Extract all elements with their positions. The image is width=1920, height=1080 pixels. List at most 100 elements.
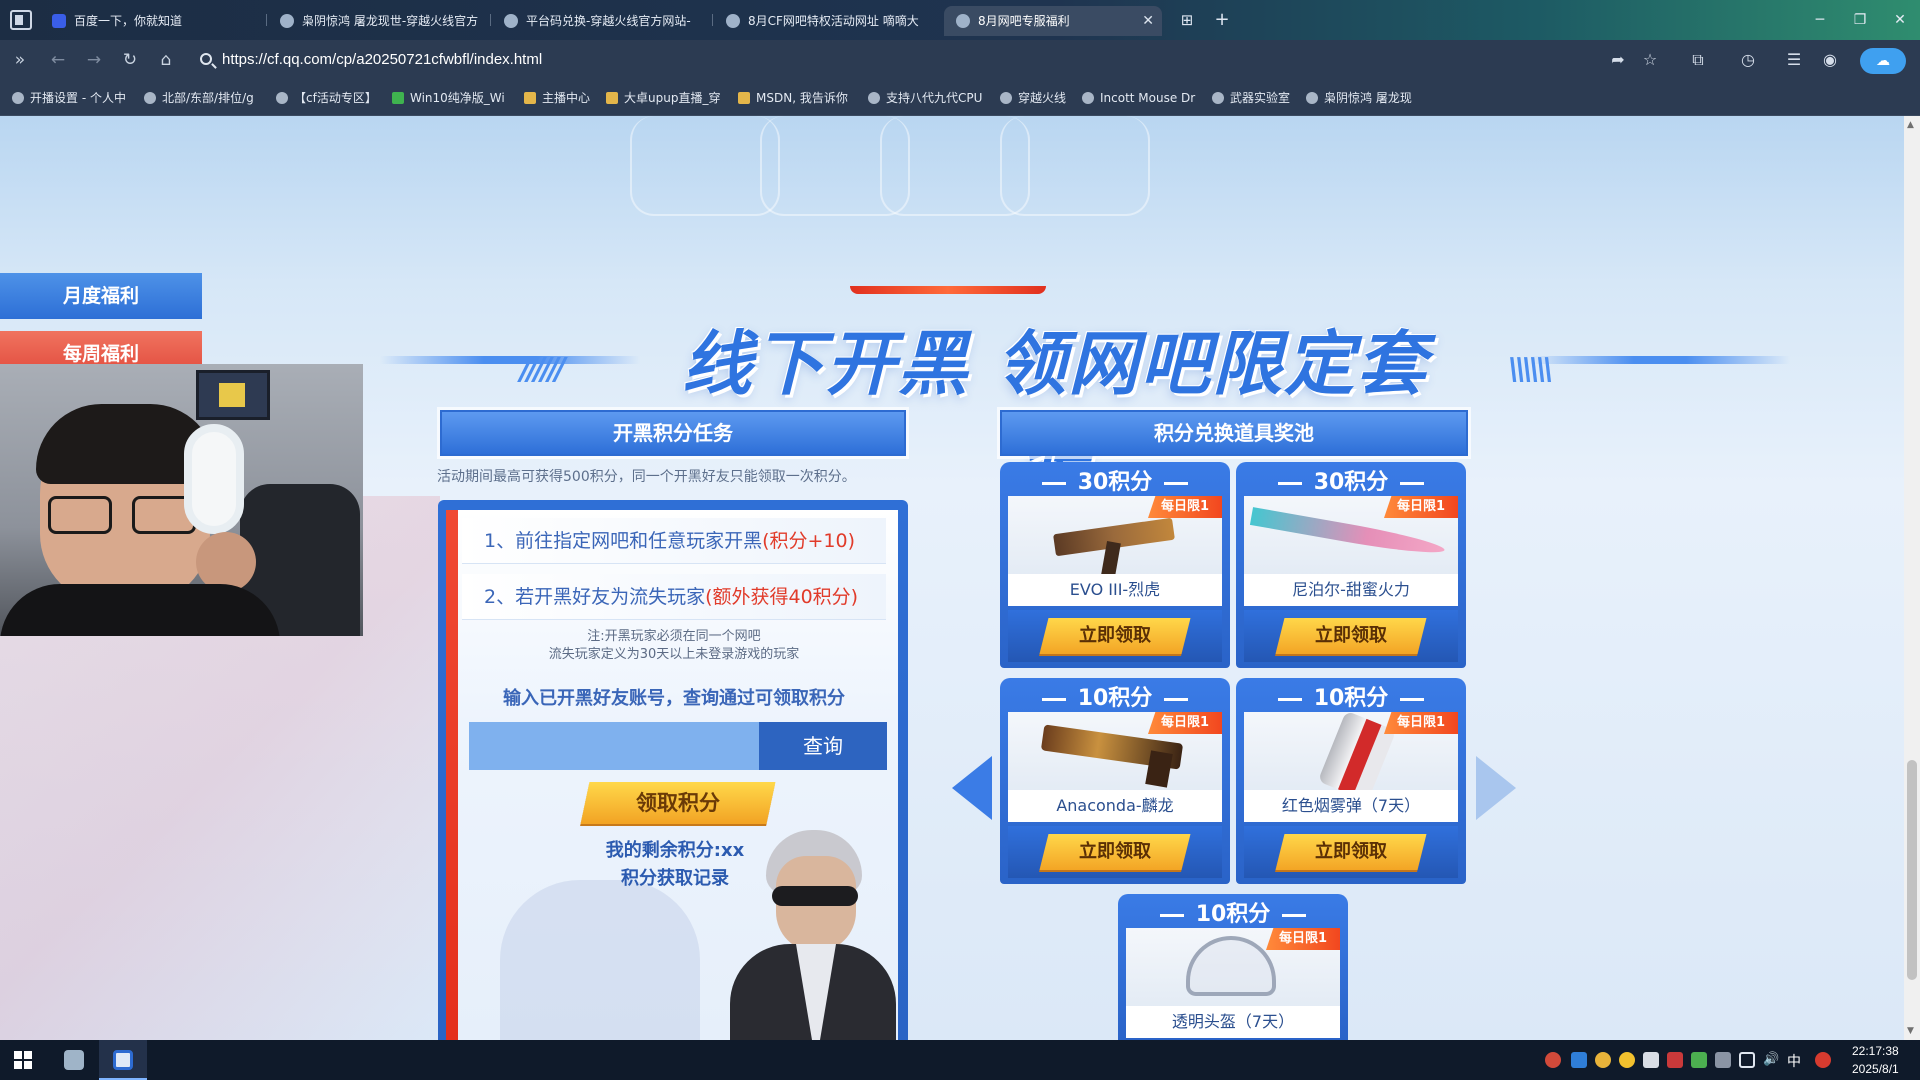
- bookmark-item[interactable]: 穿越火线: [1000, 89, 1072, 107]
- share-icon[interactable]: ➦: [1606, 48, 1630, 72]
- claim-reward-button[interactable]: 立即领取: [1039, 618, 1191, 654]
- bookmark-item[interactable]: 枭阴惊鸿 屠龙现: [1306, 89, 1426, 107]
- task-reward-highlight: (额外获得40积分): [705, 586, 859, 608]
- carousel-next-button[interactable]: [1468, 752, 1520, 826]
- cf-icon: [280, 14, 294, 28]
- tray-app-icon[interactable]: [1715, 1052, 1731, 1068]
- carousel-prev-button[interactable]: [948, 752, 1000, 826]
- reward-card: 10积分 每日限1 透明头盔（7天）: [1118, 894, 1348, 1040]
- background-decoration: [630, 116, 780, 216]
- reward-name: 透明头盔（7天）: [1126, 1006, 1340, 1038]
- menu-icon[interactable]: ☰: [1782, 48, 1806, 72]
- query-button[interactable]: 查询: [759, 722, 887, 770]
- bookmark-item[interactable]: MSDN, 我告诉你: [738, 89, 852, 107]
- url-text[interactable]: https://cf.qq.com/cp/a20250721cfwbfl/ind…: [222, 46, 542, 74]
- tray-app-icon[interactable]: [1643, 1052, 1659, 1068]
- tab-netbar-welfare[interactable]: 8月网吧专服福利 ✕: [944, 6, 1162, 36]
- wall-picture: [196, 370, 270, 420]
- network-icon[interactable]: [1739, 1052, 1755, 1068]
- bookmark-icon: [1082, 92, 1094, 104]
- daily-limit-badge: 每日限1: [1384, 496, 1458, 518]
- home-icon[interactable]: ⌂: [154, 48, 178, 72]
- hero-stripes-right: \\\\\\: [1508, 352, 1554, 387]
- bookmark-icon: [1306, 92, 1318, 104]
- side-nav-monthly[interactable]: 月度福利: [0, 273, 202, 319]
- bookmark-item[interactable]: 【cf活动专区】: [276, 89, 380, 107]
- reward-points: 10积分: [1236, 680, 1466, 712]
- reload-icon[interactable]: ↻: [118, 48, 142, 72]
- ime-indicator[interactable]: 中: [1787, 1051, 1801, 1071]
- scroll-down-icon[interactable]: ▼: [1907, 1026, 1914, 1036]
- scrollbar-thumb[interactable]: [1907, 760, 1917, 980]
- os-taskbar: 🔊 中 22:17:38 2025/8/1: [0, 1040, 1920, 1080]
- headphones: [184, 424, 244, 534]
- window-menu-icon[interactable]: [10, 10, 32, 30]
- cf-icon: [726, 14, 740, 28]
- tray-app-icon[interactable]: [1691, 1052, 1707, 1068]
- volume-icon[interactable]: 🔊: [1763, 1052, 1779, 1068]
- back-icon[interactable]: ←: [46, 48, 70, 72]
- restore-icon[interactable]: ❐: [1840, 6, 1880, 34]
- tab-title: 百度一下，你就知道: [74, 14, 183, 28]
- close-window-icon[interactable]: ✕: [1880, 6, 1920, 34]
- windows-start-icon[interactable]: [14, 1051, 32, 1069]
- task-item-1: 1、前往指定网吧和任意玩家开黑(积分+10): [462, 518, 886, 564]
- clock-date[interactable]: 2025/8/1: [1852, 1062, 1899, 1076]
- bookmark-item[interactable]: 主播中心: [524, 89, 596, 107]
- url-field[interactable]: https://cf.qq.com/cp/a20250721cfwbfl/ind…: [192, 46, 1592, 74]
- tab-cf-netbar[interactable]: 8月CF网吧特权活动网址 嘀嘀大: [714, 6, 928, 36]
- bookmark-item[interactable]: Win10纯净版_Wi: [392, 89, 510, 107]
- sidebar-toggle-icon[interactable]: »: [8, 48, 32, 72]
- arrow-right-icon: [1476, 756, 1516, 820]
- friend-account-input[interactable]: [469, 722, 759, 770]
- profile-avatar-icon[interactable]: ◉: [1818, 48, 1842, 72]
- bookmark-icon: [524, 92, 536, 104]
- task-notice: 活动期间最高可获得500积分，同一个开黑好友只能领取一次积分。: [437, 469, 856, 485]
- bookmark-item[interactable]: 开播设置 - 个人中: [12, 89, 136, 107]
- clock-time[interactable]: 22:17:38: [1852, 1044, 1899, 1058]
- tab-cf-dragon[interactable]: 枭阴惊鸿 屠龙现世-穿越火线官方: [268, 6, 484, 36]
- tray-app-icon[interactable]: [1667, 1052, 1683, 1068]
- forward-icon[interactable]: →: [82, 48, 106, 72]
- claim-reward-button[interactable]: 立即领取: [1275, 618, 1427, 654]
- claim-reward-button[interactable]: 立即领取: [1275, 834, 1427, 870]
- favorite-star-icon[interactable]: ☆: [1638, 48, 1662, 72]
- minimize-icon[interactable]: ─: [1800, 6, 1840, 34]
- tray-app-icon[interactable]: [1545, 1052, 1561, 1068]
- claim-reward-button[interactable]: 立即领取: [1039, 834, 1191, 870]
- tab-baidu[interactable]: 百度一下，你就知道: [40, 6, 260, 36]
- history-icon[interactable]: ◷: [1736, 48, 1760, 72]
- new-tab-button[interactable]: +: [1210, 8, 1234, 32]
- background-character: [500, 880, 700, 1040]
- scroll-up-icon[interactable]: ▲: [1907, 120, 1914, 130]
- task-note: 注:开黑玩家必须在同一个网吧 流失玩家定义为30天以上未登录游戏的玩家: [548, 629, 800, 662]
- tab-grid-icon[interactable]: ⊞: [1175, 8, 1199, 32]
- bookmark-item[interactable]: 大卓upup直播_穿: [606, 89, 728, 107]
- claim-points-button[interactable]: 领取积分: [580, 782, 776, 824]
- tab-close-icon[interactable]: ✕: [1142, 6, 1154, 36]
- taskbar-app-explorer[interactable]: [50, 1040, 98, 1080]
- extensions-icon[interactable]: ⧉: [1686, 48, 1710, 72]
- tray-app-icon[interactable]: [1595, 1052, 1611, 1068]
- bookmark-icon: [392, 92, 404, 104]
- daily-limit-badge: 每日限1: [1148, 712, 1222, 734]
- tray-app-icon[interactable]: [1619, 1052, 1635, 1068]
- bookmark-item[interactable]: 武器实验室: [1212, 89, 1296, 107]
- smoke-grenade-icon: [1317, 710, 1397, 802]
- bookmark-item[interactable]: 北部/东部/排位/g: [144, 89, 262, 107]
- tray-app-icon[interactable]: [1571, 1052, 1587, 1068]
- tab-title: 8月CF网吧特权活动网址 嘀嘀大: [748, 14, 919, 28]
- query-title: 输入已开黑好友账号，查询通过可领取积分: [503, 688, 845, 709]
- hero-line-left: [380, 356, 640, 364]
- tab-cf-code[interactable]: 平台码兑换-穿越火线官方网站-: [492, 6, 706, 36]
- bookmark-item[interactable]: Incott Mouse Dr: [1082, 89, 1198, 107]
- app-window-icon: [64, 1050, 84, 1070]
- tray-app-icon[interactable]: [1815, 1052, 1831, 1068]
- taskbar-app-browser[interactable]: [99, 1040, 147, 1080]
- bookmark-item[interactable]: 支持八代九代CPU: [868, 89, 986, 107]
- reward-points: 30积分: [1000, 464, 1230, 496]
- cloud-sync-icon[interactable]: ☁: [1860, 48, 1906, 74]
- cf-icon: [504, 14, 518, 28]
- reward-name: Anaconda-麟龙: [1008, 790, 1222, 822]
- address-bar: » ← → ↻ ⌂ https://cf.qq.com/cp/a20250721…: [0, 40, 1920, 80]
